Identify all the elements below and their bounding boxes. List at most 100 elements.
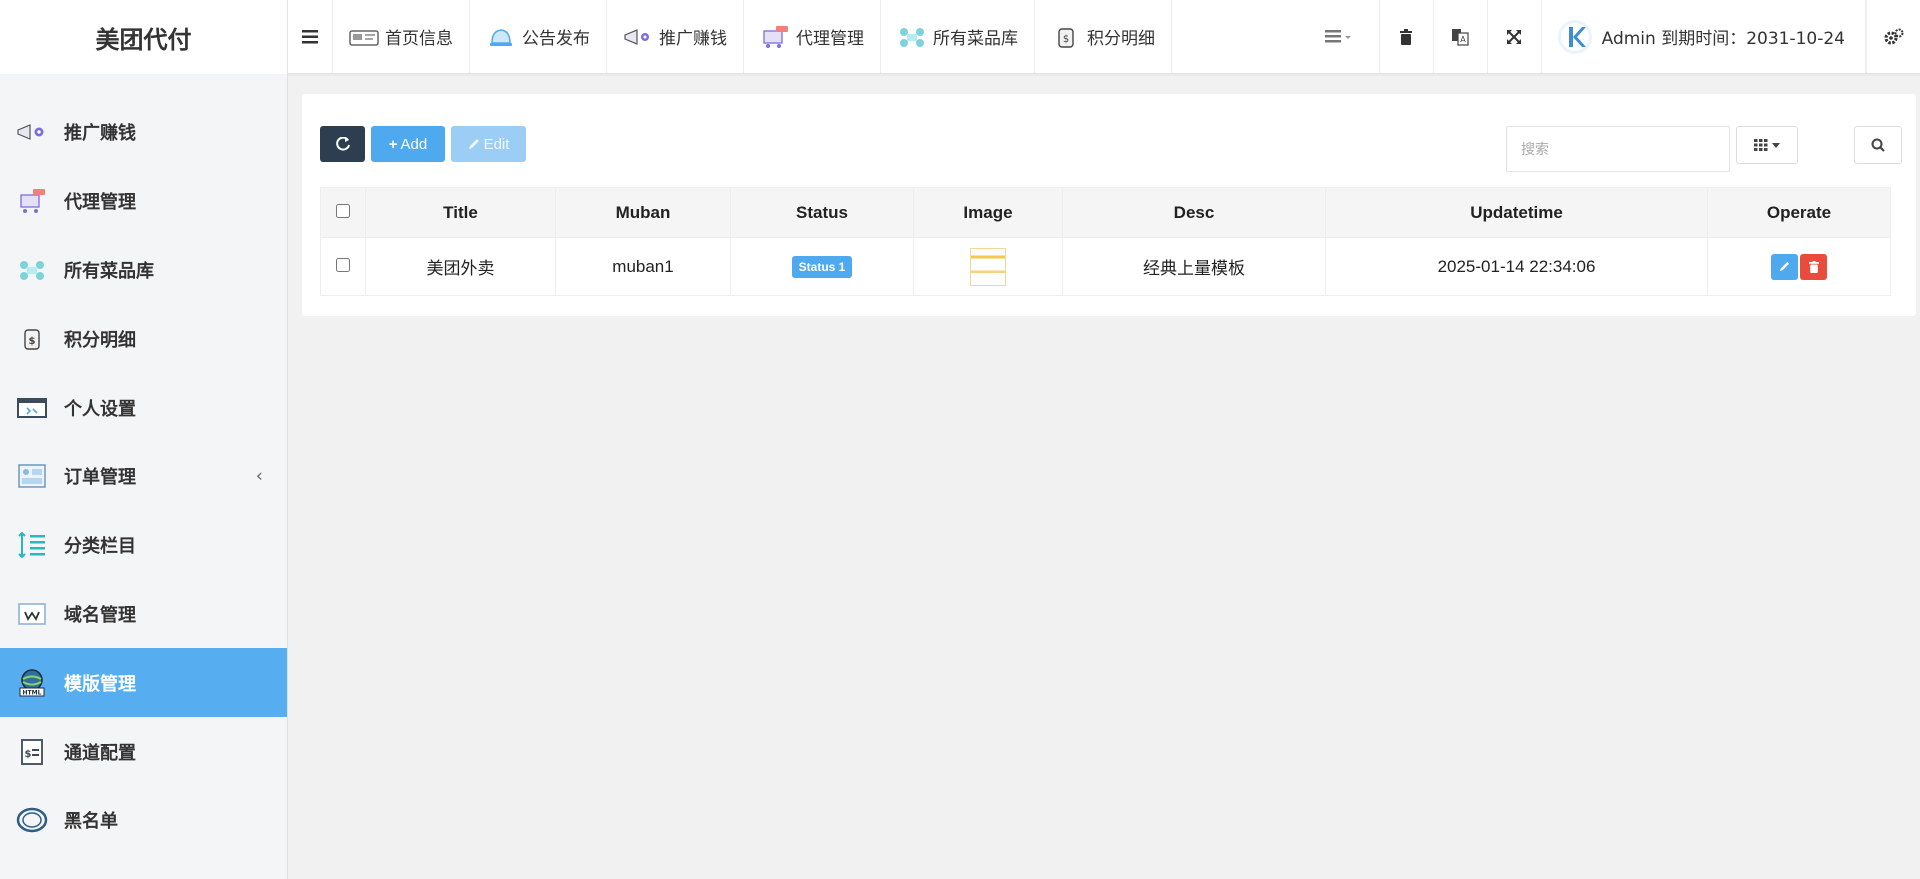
cell-desc: 经典上量模板 (1062, 237, 1326, 296)
select-all-cell (320, 187, 366, 238)
sidebar-item-orders[interactable]: 订单管理 ‹ (0, 442, 287, 511)
template-thumbnail[interactable] (970, 247, 1006, 286)
column-header-desc[interactable]: Desc (1062, 187, 1326, 238)
cell-muban: muban1 (555, 237, 731, 296)
sidebar-item-dishes[interactable]: 所有菜品库 (0, 236, 287, 305)
pencil-icon (1779, 261, 1790, 272)
edit-button-label: Edit (483, 135, 510, 153)
settings-gears-icon[interactable] (1866, 0, 1920, 73)
sidebar-item-categories[interactable]: 分类栏目 (0, 511, 287, 580)
topnav-item-notice[interactable]: 公告发布 (470, 0, 607, 73)
sidebar-item-channels[interactable]: $ 通道配置 (0, 717, 287, 786)
table-search (1506, 126, 1798, 172)
column-header-updatetime[interactable]: Updatetime (1325, 187, 1708, 238)
refresh-icon (335, 137, 350, 151)
column-header-operate: Operate (1707, 187, 1891, 238)
column-header-status[interactable]: Status (730, 187, 914, 238)
trash-icon (1808, 260, 1819, 273)
column-header-image[interactable]: Image (913, 187, 1063, 238)
gallery-icon (16, 462, 48, 490)
sidebar-item-templates[interactable]: HTML 模版管理 (0, 648, 287, 718)
columns-toggle-button[interactable] (1736, 126, 1798, 164)
content-panel: + Add Edit Title Muban Status Image Desc… (302, 94, 1916, 316)
html-globe-icon: HTML (16, 669, 48, 697)
topnav-item-label: 首页信息 (385, 29, 453, 49)
topnav-item-agent[interactable]: 代理管理 (744, 0, 881, 73)
sidebar-item-label: 个人设置 (64, 398, 136, 420)
cell-updatetime: 2025-01-14 22:34:06 (1325, 237, 1708, 296)
svg-text:A: A (1460, 35, 1466, 44)
add-button-label: Add (400, 135, 428, 153)
topnav-item-label: 推广赚钱 (659, 29, 727, 49)
sidebar-item-label: 代理管理 (64, 192, 136, 214)
sidebar-item-promote[interactable]: 推广赚钱 (0, 98, 287, 167)
cell-operate (1707, 237, 1891, 296)
table-header-row: Title Muban Status Image Desc Updatetime… (320, 187, 1891, 238)
translate-icon[interactable]: A (1432, 0, 1487, 73)
layout-menu-icon[interactable] (1299, 0, 1379, 73)
window-icon (16, 394, 48, 422)
sidebar-item-label: 通道配置 (64, 742, 136, 764)
fullscreen-icon[interactable] (1486, 0, 1541, 73)
caret-down-icon (1772, 142, 1780, 148)
sidebar-item-blacklist[interactable]: 黑名单 (0, 786, 287, 855)
row-edit-button[interactable] (1771, 253, 1798, 280)
data-table: Title Muban Status Image Desc Updatetime… (320, 187, 1891, 296)
table-toolbar: + Add Edit (320, 126, 526, 162)
brand-title: 美团代付 (95, 25, 192, 54)
user-menu[interactable]: Admin 到期时间：2031-10-24 (1540, 0, 1866, 73)
column-header-muban[interactable]: Muban (555, 187, 731, 238)
sidebar-item-points[interactable]: $ 积分明细 (0, 304, 287, 373)
select-all-checkbox[interactable] (336, 203, 350, 218)
svg-text:HTML: HTML (23, 689, 42, 696)
search-button[interactable] (1854, 126, 1902, 164)
clipboard-dollar-icon: $ (1051, 25, 1081, 49)
row-checkbox[interactable] (336, 257, 350, 272)
refresh-button[interactable] (320, 126, 365, 162)
grid-icon (1754, 139, 1768, 151)
sidebar-item-label: 黑名单 (64, 811, 118, 833)
dashboard-icon (349, 25, 379, 49)
topnav-item-label: 积分明细 (1087, 29, 1155, 49)
svg-text:$: $ (1063, 34, 1069, 45)
plus-icon: + (388, 135, 398, 153)
domain-icon (16, 600, 48, 628)
megaphone-icon (16, 118, 48, 146)
edit-button[interactable]: Edit (451, 126, 526, 162)
brand-logo[interactable]: 美团代付 (0, 0, 288, 74)
sidebar-item-label: 分类栏目 (64, 536, 136, 558)
row-delete-button[interactable] (1800, 253, 1827, 280)
topnav-item-promote[interactable]: 推广赚钱 (607, 0, 744, 73)
top-nav: 首页信息 公告发布 推广赚钱 代理管理 所有菜品库 $ 积分明细 (332, 0, 1172, 73)
ring-icon (16, 806, 48, 834)
add-button[interactable]: + Add (371, 126, 445, 162)
line-height-icon (16, 531, 48, 559)
menu-toggle-icon[interactable] (288, 0, 332, 73)
bell-icon (486, 25, 516, 49)
sidebar-item-profile[interactable]: 个人设置 (0, 373, 287, 442)
table-row[interactable]: 美团外卖 muban1 Status 1 经典上量模板 2025-01-14 2… (320, 237, 1891, 296)
sidebar-item-domains[interactable]: 域名管理 (0, 580, 287, 649)
topnav-item-points[interactable]: $ 积分明细 (1035, 0, 1172, 73)
sidebar-item-label: 所有菜品库 (64, 260, 154, 282)
search-input[interactable] (1506, 126, 1730, 172)
payment-doc-icon: $ (16, 738, 48, 766)
column-header-title[interactable]: Title (365, 187, 556, 238)
topnav-item-home[interactable]: 首页信息 (332, 0, 470, 73)
sidebar-item-label: 积分明细 (64, 329, 136, 351)
clipboard-dollar-icon: $ (16, 325, 48, 353)
network-icon (897, 25, 927, 49)
status-badge[interactable]: Status 1 (791, 255, 853, 278)
row-select-cell (320, 237, 366, 296)
network-icon (16, 256, 48, 284)
trash-icon[interactable] (1378, 0, 1433, 73)
topnav-item-label: 代理管理 (796, 29, 864, 49)
sidebar-item-label: 域名管理 (64, 604, 136, 626)
cell-image (913, 237, 1063, 296)
sidebar-item-agent[interactable]: 代理管理 (0, 167, 287, 236)
sidebar-item-label: 模版管理 (64, 673, 136, 695)
cell-status: Status 1 (730, 237, 914, 296)
topnav-item-dishes[interactable]: 所有菜品库 (881, 0, 1035, 73)
svg-text:$: $ (25, 749, 32, 760)
chevron-left-icon[interactable]: ‹ (256, 466, 263, 487)
